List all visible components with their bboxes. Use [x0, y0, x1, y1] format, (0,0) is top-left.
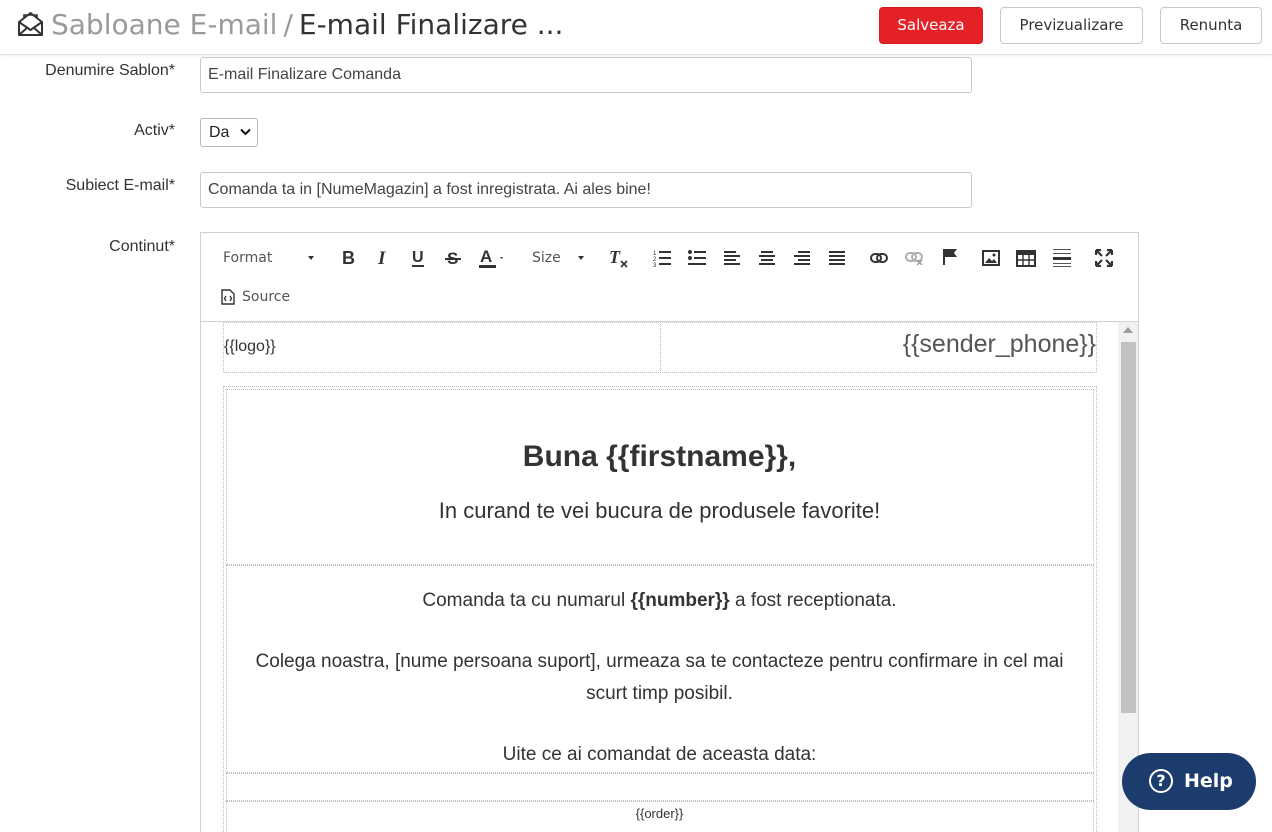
envelope-open-icon [18, 12, 43, 36]
logo-placeholder: {{logo}} [224, 338, 276, 355]
format-dropdown-label: Format [223, 250, 273, 266]
order-line-suffix: a fost receptionata. [729, 590, 897, 611]
underline-button[interactable]: U [407, 247, 429, 269]
justify-icon [829, 251, 845, 265]
format-dropdown-arrow-icon [308, 256, 314, 260]
italic-button[interactable]: I [372, 247, 394, 269]
help-button[interactable]: ? Help [1122, 753, 1256, 810]
strikethrough-button[interactable]: S [442, 247, 464, 269]
table-icon [1016, 249, 1036, 267]
maximize-button[interactable] [1093, 247, 1115, 269]
format-dropdown[interactable]: Format [223, 247, 318, 269]
save-button[interactable]: Salveaza [879, 7, 983, 44]
bold-icon: B [342, 249, 355, 267]
preview-button[interactable]: Previzualizare [1000, 7, 1143, 44]
breadcrumb-section[interactable]: Sabloane E-mail [51, 8, 277, 41]
underline-icon: U [412, 249, 424, 267]
align-right-icon [794, 251, 810, 265]
email-greeting: Buna {{firstname}}, [522, 440, 797, 473]
editor-content[interactable]: {{logo}} {{sender_phone}} Buna {{firstna… [201, 322, 1118, 832]
svg-text:A: A [480, 247, 492, 266]
order-line-prefix: Comanda ta cu numarul [422, 590, 631, 611]
unlink-icon [905, 252, 923, 265]
size-dropdown-arrow-icon [578, 256, 584, 260]
cancel-button[interactable]: Renunta [1160, 7, 1262, 44]
email-support-line-2: scurt timp posibil. [586, 683, 733, 704]
source-icon [221, 289, 235, 305]
size-dropdown[interactable]: Size [532, 247, 587, 269]
link-button[interactable] [868, 247, 890, 269]
anchor-button[interactable] [939, 246, 961, 268]
bullet-list-button[interactable] [686, 247, 708, 269]
align-center-button[interactable] [756, 247, 778, 269]
scroll-up-arrow-icon[interactable] [1123, 327, 1133, 333]
horizontal-rule-button[interactable] [1051, 247, 1073, 269]
svg-text:T: T [609, 247, 621, 267]
sender-phone-placeholder: {{sender_phone}} [902, 330, 1096, 358]
scrollbar-thumb[interactable] [1121, 342, 1136, 713]
unlink-button[interactable] [903, 247, 925, 269]
horizontal-rule-icon [1053, 249, 1071, 267]
numbered-list-icon: 123 [653, 251, 671, 267]
order-number-placeholder: {{number}} [630, 590, 730, 611]
subject-input[interactable]: Comanda ta in [NumeMagazin] a fost inreg… [200, 172, 972, 208]
chevron-down-icon [240, 128, 251, 136]
source-button-label: Source [242, 289, 291, 305]
text-color-icon: A [479, 247, 503, 268]
page-title: E-mail Finalizare ... [298, 8, 564, 41]
align-right-button[interactable] [791, 247, 813, 269]
editor-toolbar: Format B I U S A Size T [201, 233, 1138, 322]
subject-label: Subiect E-mail* [65, 177, 175, 194]
bold-button[interactable]: B [338, 247, 360, 269]
remove-format-button[interactable]: T [607, 247, 631, 269]
rich-text-editor: Format B I U S A Size T [200, 232, 1139, 832]
svg-text:B: B [342, 249, 355, 267]
active-select[interactable]: Da [200, 118, 258, 147]
order-placeholder: {{order}} [635, 806, 684, 821]
remove-format-icon: T [609, 247, 628, 268]
svg-text:I: I [377, 249, 386, 267]
email-support-line-1: Colega noastra, [nume persoana suport], … [255, 651, 1064, 672]
help-label: Help [1184, 770, 1233, 792]
breadcrumb-separator: / [283, 8, 293, 41]
justify-button[interactable] [826, 247, 848, 269]
image-button[interactable] [980, 247, 1002, 269]
svg-text:U: U [412, 249, 424, 266]
email-order-line: Comanda ta cu numarul {{number}} a fost … [201, 590, 1118, 612]
question-icon: ? [1149, 769, 1173, 793]
source-button[interactable]: Source [221, 286, 301, 308]
italic-icon: I [377, 249, 386, 267]
text-color-button[interactable]: A [478, 247, 508, 269]
align-left-button[interactable] [721, 247, 743, 269]
active-select-value: Da [209, 124, 230, 141]
content-label: Continut* [109, 238, 175, 255]
align-center-icon [759, 251, 775, 265]
bullet-list-icon [688, 250, 706, 265]
template-name-label: Denumire Sablon* [45, 62, 175, 79]
email-ordered-title: Uite ce ai comandat de aceasta data: [502, 744, 817, 765]
email-greeting-cell [226, 389, 1094, 565]
template-name-input[interactable]: E-mail Finalizare Comanda [200, 57, 972, 93]
link-icon [870, 253, 888, 263]
strikethrough-icon: S [445, 249, 461, 267]
editor-scrollbar[interactable] [1118, 322, 1138, 832]
page-header: Sabloane E-mail / E-mail Finalizare ... Sa… [0, 0, 1272, 55]
maximize-icon [1095, 249, 1113, 267]
email-tagline: In curand te vei bucura de produsele fav… [438, 498, 881, 523]
breadcrumb: Sabloane E-mail / E-mail Finalizare ... [51, 8, 563, 42]
numbered-list-button[interactable]: 123 [651, 247, 673, 269]
flag-icon [943, 249, 957, 265]
svg-text:3: 3 [653, 263, 657, 267]
size-dropdown-label: Size [532, 250, 561, 266]
align-left-icon [724, 251, 740, 265]
active-label: Activ* [134, 122, 175, 139]
email-spacer-cell [226, 773, 1094, 801]
table-button[interactable] [1015, 247, 1037, 269]
image-icon [982, 250, 1000, 266]
